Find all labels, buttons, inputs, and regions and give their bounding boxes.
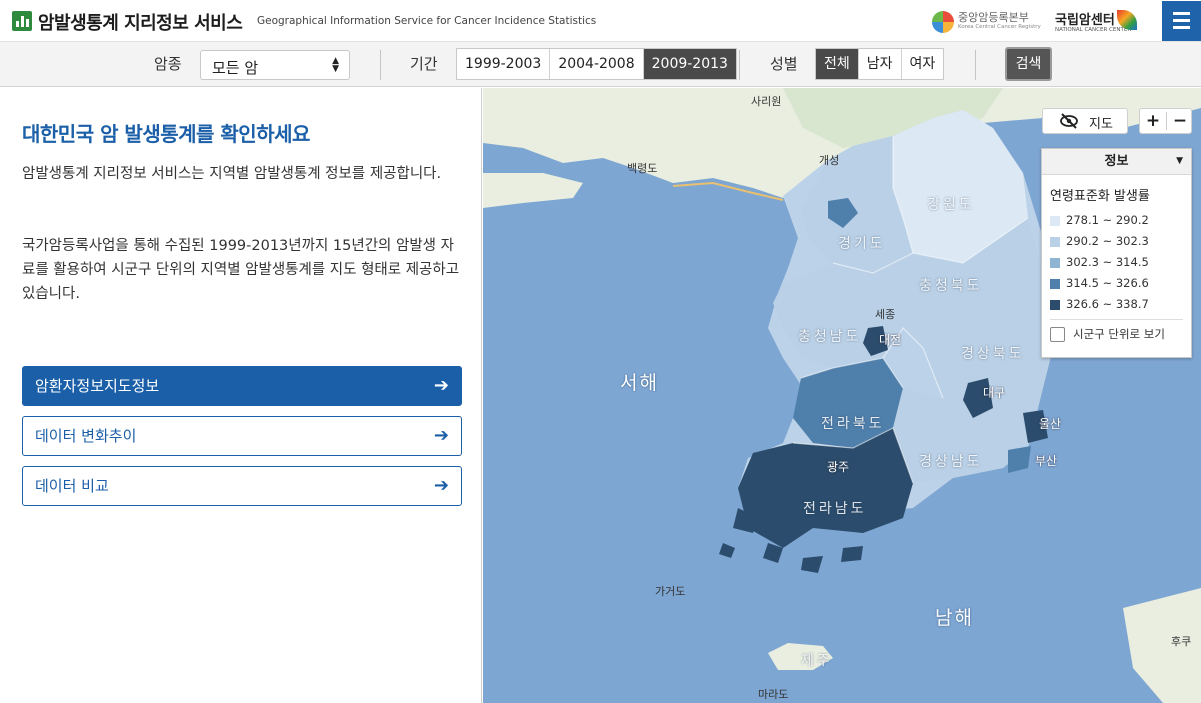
period-option-2009-2013[interactable]: 2009-2013: [643, 49, 736, 79]
sex-option-female[interactable]: 여자: [902, 49, 944, 79]
region-busan: [1008, 446, 1031, 473]
map-label-west-sea: 서해: [620, 372, 659, 394]
button-label: 데이터 변화추이: [35, 427, 137, 445]
app-subtitle: Geographical Information Service for Can…: [257, 15, 597, 27]
zoom-in-button[interactable]: +: [1140, 109, 1166, 133]
map-label-gyeongnam: 경상남도: [919, 454, 983, 470]
map-label-south-sea: 남해: [935, 607, 974, 629]
map-label-kaesong: 개성: [819, 154, 840, 167]
zoom-control: + −: [1139, 108, 1192, 134]
legend-range: 302.3 ~ 314.5: [1066, 255, 1149, 269]
app-header: 암발생통계 지리정보 서비스 Geographical Information …: [0, 0, 1201, 42]
data-compare-button[interactable]: 데이터 비교 ➔: [22, 466, 462, 506]
button-label: 데이터 비교: [35, 477, 109, 495]
divider: [1050, 319, 1183, 320]
data-trend-button[interactable]: 데이터 변화추이 ➔: [22, 416, 462, 456]
map-label-fukue: 후쿠: [1171, 635, 1192, 648]
map-legend: 정보 ▼ 연령표준화 발생률 278.1 ~ 290.2 290.2 ~ 302…: [1041, 148, 1192, 358]
kccr-name-en: Korea Central Cancer Registry: [958, 24, 1041, 30]
map-label-sariwon: 사리원: [751, 95, 782, 108]
map-label-gangwon: 강원도: [927, 197, 975, 213]
map-label-gageodo: 가거도: [655, 585, 686, 598]
cancer-type-select[interactable]: 모든 암 ▲ ▼: [200, 50, 350, 80]
cancer-type-value: 모든 암: [212, 59, 259, 77]
shandong-land: [483, 173, 583, 208]
cancer-info-map-button[interactable]: 암환자정보지도정보 ➔: [22, 366, 462, 406]
period-label: 기간: [410, 55, 438, 73]
sex-option-male[interactable]: 남자: [859, 49, 902, 79]
legend-header[interactable]: 정보 ▼: [1042, 149, 1191, 175]
period-segmented-control: 1999-2003 2004-2008 2009-2013: [456, 48, 737, 80]
zoom-out-button[interactable]: −: [1167, 109, 1193, 133]
arrow-right-icon: ➔: [433, 375, 449, 396]
map-label-daegu: 대구: [983, 386, 1006, 400]
map-label-marado: 마라도: [758, 688, 789, 701]
map-label-busan: 부산: [1035, 454, 1058, 468]
ncc-name: 국립암센터: [1055, 13, 1115, 28]
arrow-right-icon: ➔: [433, 475, 449, 496]
filter-bar: 암종 모든 암 ▲ ▼ 기간 1999-2003 2004-2008 2009-2…: [0, 42, 1201, 87]
sex-segmented-control: 전체 남자 여자: [815, 48, 945, 80]
divider: [380, 50, 381, 80]
map-label-sejong: 세종: [875, 308, 896, 321]
legend-range: 326.6 ~ 338.7: [1066, 297, 1149, 311]
panel-description-text: 국가암등록사업을 통해 수집된 1999-2013년까지 15년간의 암발생 자…: [22, 238, 460, 302]
map-label-jeonbuk: 전라북도: [821, 416, 885, 432]
map-label-gyeongbuk: 경상북도: [961, 346, 1025, 362]
select-arrows-icon: ▲ ▼: [332, 56, 339, 74]
sigungu-view-label[interactable]: 시군구 단위로 보기: [1073, 326, 1165, 342]
panel-intro-text: 암발생통계 지리정보 서비스는 지역별 암발생통계 정보를 제공합니다.: [22, 166, 442, 182]
map-label-daejeon: 대전: [879, 333, 902, 347]
bar-chart-logo-icon[interactable]: [12, 11, 32, 31]
map-label-jeju: 제주: [801, 653, 833, 669]
period-option-2004-2008[interactable]: 2004-2008: [550, 49, 644, 79]
period-option-1999-2003[interactable]: 1999-2003: [457, 49, 551, 79]
arrow-right-icon: ➔: [433, 425, 449, 446]
caret-down-icon: ▼: [1176, 156, 1183, 166]
info-panel: 대한민국 암 발생통계를 확인하세요 암발생통계 지리정보 서비스는 지역별 암…: [0, 88, 482, 703]
panel-heading: 대한민국 암 발생통계를 확인하세요: [22, 122, 310, 146]
sex-option-all[interactable]: 전체: [816, 49, 859, 79]
sex-label: 성별: [770, 55, 798, 73]
legend-swatch: [1050, 237, 1060, 247]
kccr-emblem-icon: [932, 11, 954, 33]
kccr-name: 중앙암등록본부: [958, 11, 1029, 24]
legend-swatch: [1050, 279, 1060, 289]
map-label-gwangju: 광주: [827, 460, 850, 474]
map-toggle-button[interactable]: 지도: [1042, 108, 1128, 134]
legend-swatch: [1050, 258, 1060, 268]
app-title[interactable]: 암발생통계 지리정보 서비스: [38, 9, 243, 35]
ncc-name-en: NATIONAL CANCER CENTER: [1055, 27, 1132, 33]
legend-range: 314.5 ~ 326.6: [1066, 276, 1149, 290]
map-label-gyeonggi: 경기도: [838, 236, 886, 252]
sigungu-view-checkbox[interactable]: [1050, 327, 1065, 342]
legend-title: 연령표준화 발생률: [1050, 189, 1150, 204]
legend-swatch: [1050, 216, 1060, 226]
map-toggle-label: 지도: [1089, 117, 1113, 132]
map-label-baengnyeongdo: 백령도: [627, 162, 658, 175]
search-button[interactable]: 검색: [1005, 47, 1052, 81]
map-label-ulsan: 울산: [1039, 417, 1062, 431]
button-label: 암환자정보지도정보: [35, 377, 160, 395]
divider: [975, 50, 976, 80]
choropleth-map[interactable]: 사리원 백령도 개성 강원도 경기도 충청북도 세종 충청남도 대전 경상북도 …: [483, 88, 1201, 703]
cancer-type-label: 암종: [154, 55, 182, 73]
divider: [739, 50, 740, 80]
map-label-chungbuk: 충청북도: [919, 278, 983, 294]
legend-header-label: 정보: [1104, 154, 1129, 169]
hamburger-menu-icon[interactable]: [1162, 1, 1201, 41]
map-label-chungnam: 충청남도: [798, 329, 862, 345]
map-label-jeonnam: 전라남도: [803, 501, 867, 517]
legend-swatch: [1050, 300, 1060, 310]
legend-range: 278.1 ~ 290.2: [1066, 213, 1149, 227]
legend-range: 290.2 ~ 302.3: [1066, 234, 1149, 248]
